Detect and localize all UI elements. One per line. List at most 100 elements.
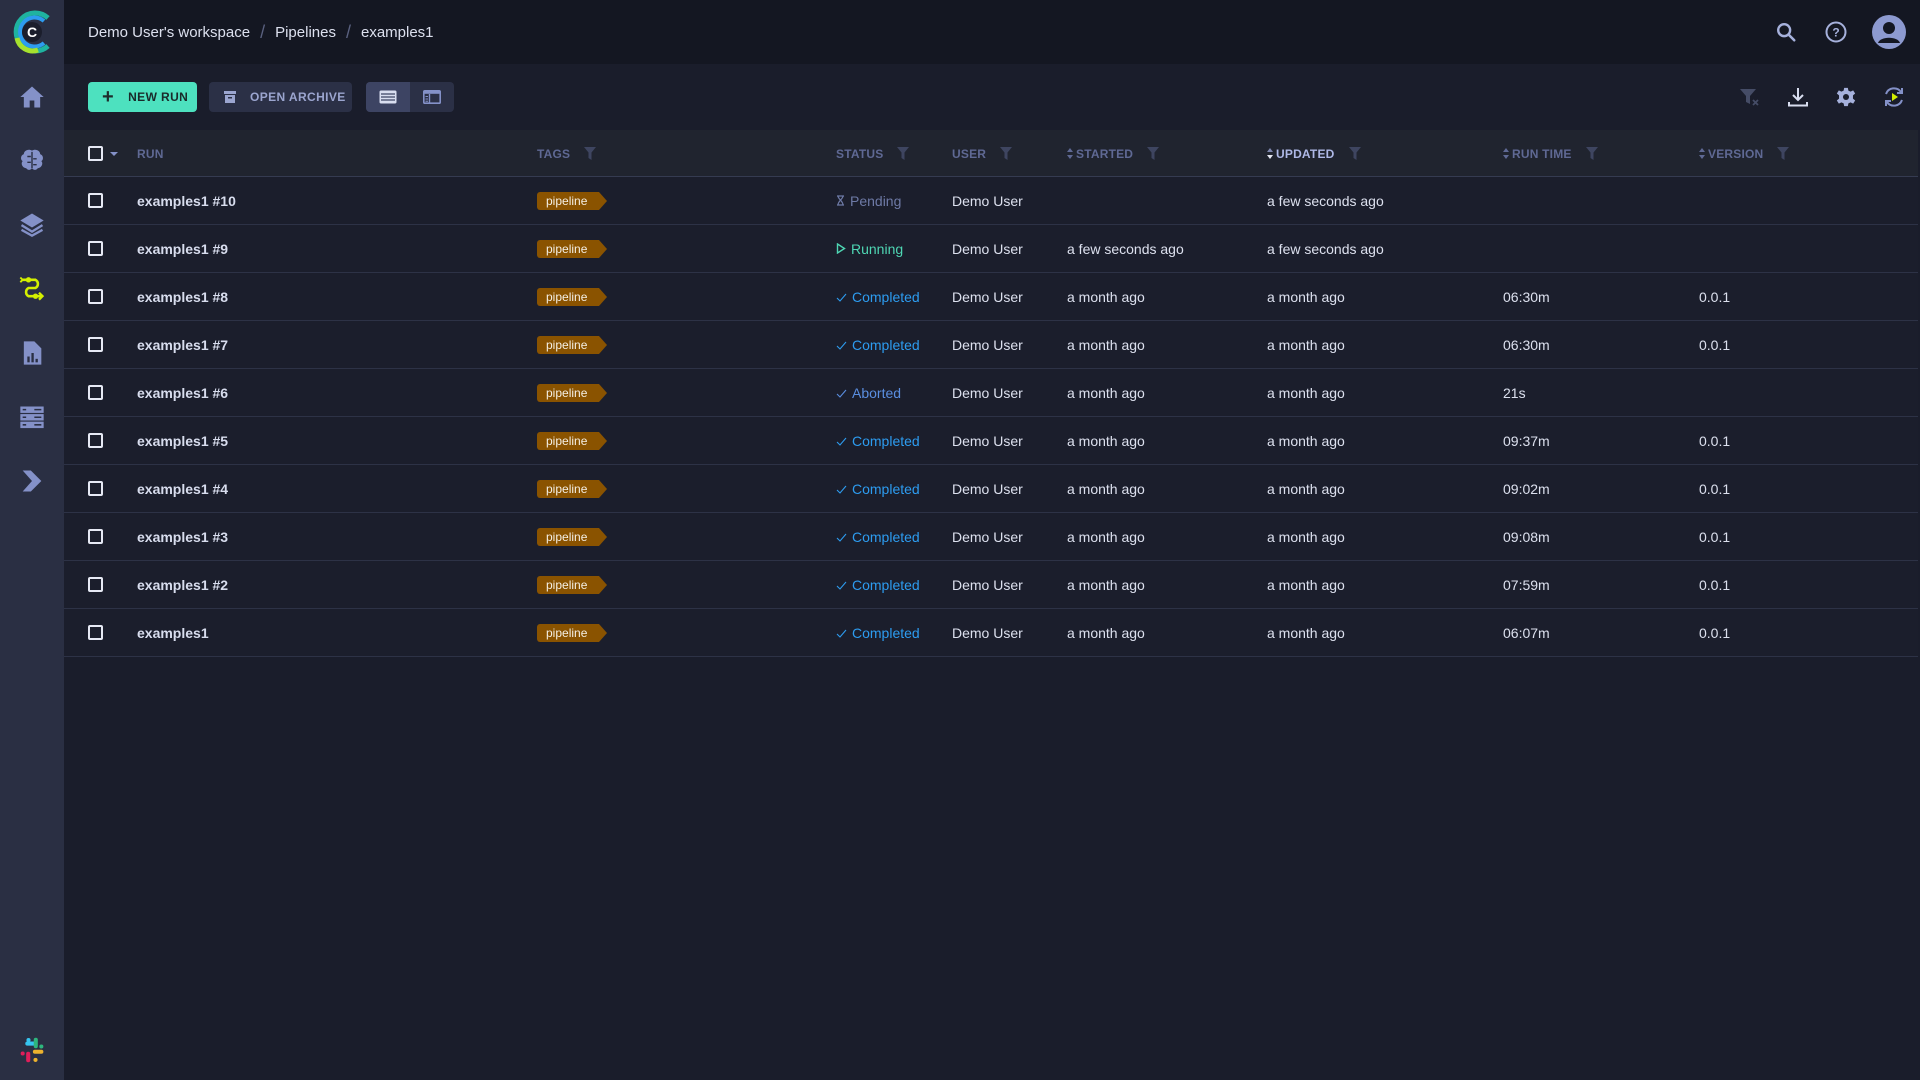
- run-name[interactable]: examples1 #4: [137, 465, 228, 512]
- column-header-tags[interactable]: TAGS: [537, 130, 597, 177]
- run-name[interactable]: examples1 #3: [137, 513, 228, 560]
- table-row[interactable]: examples1 #10 pipeline Pending Demo User…: [64, 177, 1918, 225]
- open-archive-button[interactable]: OPEN ARCHIVE: [209, 82, 352, 112]
- tag-badge[interactable]: pipeline: [537, 335, 608, 354]
- table-row[interactable]: examples1 #3 pipeline Completed Demo Use…: [64, 513, 1918, 561]
- column-header-user[interactable]: USER: [952, 130, 1013, 177]
- run-name[interactable]: examples1 #5: [137, 417, 228, 464]
- filter-icon[interactable]: [1000, 147, 1013, 160]
- run-name[interactable]: examples1: [137, 609, 209, 656]
- column-header-version[interactable]: VERSION: [1699, 130, 1790, 177]
- play-icon: [836, 241, 846, 257]
- table-row[interactable]: examples1 pipeline Completed Demo User a…: [64, 609, 1918, 657]
- sidebar-item-projects[interactable]: [0, 132, 64, 188]
- settings-button[interactable]: [1834, 85, 1858, 109]
- filter-icon[interactable]: [1585, 147, 1598, 160]
- sidebar-item-orchestration[interactable]: [0, 389, 64, 445]
- table-view-button[interactable]: [366, 82, 410, 112]
- tag-badge[interactable]: pipeline: [537, 191, 608, 210]
- status-label: Running: [851, 240, 904, 257]
- tag-badge[interactable]: pipeline: [537, 239, 608, 258]
- table-row[interactable]: examples1 #6 pipeline Aborted Demo User …: [64, 369, 1918, 417]
- logo-icon: C: [13, 10, 50, 54]
- download-button[interactable]: [1786, 85, 1810, 109]
- tag-badge[interactable]: pipeline: [537, 431, 608, 450]
- tag-badge[interactable]: pipeline: [537, 527, 608, 546]
- updated-cell: a month ago: [1267, 432, 1345, 449]
- column-header-run[interactable]: RUN: [137, 130, 164, 177]
- tags-cell: pipeline: [537, 417, 608, 464]
- tag-badge[interactable]: pipeline: [537, 479, 608, 498]
- run-name[interactable]: examples1 #8: [137, 273, 228, 320]
- runtime-cell: 07:59m: [1503, 576, 1550, 593]
- chevron-down-icon[interactable]: [108, 148, 120, 160]
- filter-icon[interactable]: [1777, 147, 1790, 160]
- details-view-button[interactable]: [410, 82, 454, 112]
- status-label: Completed: [852, 480, 920, 497]
- row-checkbox[interactable]: [88, 577, 103, 592]
- help-button[interactable]: ?: [1822, 18, 1850, 46]
- new-run-button[interactable]: + NEW RUN: [88, 82, 197, 112]
- row-checkbox[interactable]: [88, 481, 103, 496]
- view-mode-toggle: [366, 82, 454, 112]
- status-cell: Completed: [836, 321, 920, 368]
- column-header-updated[interactable]: UPDATED: [1267, 130, 1361, 177]
- tag-badge[interactable]: pipeline: [537, 383, 608, 402]
- row-checkbox[interactable]: [88, 241, 103, 256]
- row-checkbox[interactable]: [88, 289, 103, 304]
- table-row[interactable]: examples1 #4 pipeline Completed Demo Use…: [64, 465, 1918, 513]
- tag-badge[interactable]: pipeline: [537, 575, 608, 594]
- auto-refresh-button[interactable]: [1882, 85, 1906, 109]
- table-row[interactable]: examples1 #5 pipeline Completed Demo Use…: [64, 417, 1918, 465]
- slack-link[interactable]: [18, 1036, 46, 1064]
- row-checkbox[interactable]: [88, 433, 103, 448]
- sidebar-item-pipelines[interactable]: [0, 260, 64, 316]
- run-name[interactable]: examples1 #10: [137, 177, 236, 224]
- tag-badge[interactable]: pipeline: [537, 623, 608, 642]
- sidebar-item-reports[interactable]: [0, 325, 64, 381]
- search-button[interactable]: [1772, 18, 1800, 46]
- sidebar-item-deploy[interactable]: [0, 453, 64, 509]
- sidebar-item-datasets[interactable]: [0, 196, 64, 252]
- user-cell: Demo User: [952, 288, 1023, 305]
- check-icon: [836, 577, 847, 593]
- table-row[interactable]: examples1 #7 pipeline Completed Demo Use…: [64, 321, 1918, 369]
- filter-icon[interactable]: [1147, 147, 1160, 160]
- column-header-started[interactable]: STARTED: [1067, 130, 1160, 177]
- tag-badge[interactable]: pipeline: [537, 287, 608, 306]
- select-all-checkbox[interactable]: [88, 146, 103, 161]
- row-checkbox[interactable]: [88, 625, 103, 640]
- top-header: Demo User's workspace / Pipelines / exam…: [64, 0, 1920, 64]
- updated-cell: a few seconds ago: [1267, 240, 1384, 257]
- row-checkbox[interactable]: [88, 385, 103, 400]
- filter-icon[interactable]: [897, 147, 910, 160]
- breadcrumb-current[interactable]: examples1: [361, 24, 434, 41]
- clear-filters-button[interactable]: [1738, 85, 1762, 109]
- table-row[interactable]: examples1 #8 pipeline Completed Demo Use…: [64, 273, 1918, 321]
- breadcrumb-pipelines[interactable]: Pipelines: [275, 24, 336, 41]
- column-header-runtime[interactable]: RUN TIME: [1503, 130, 1598, 177]
- app-logo[interactable]: C: [8, 8, 56, 56]
- row-checkbox[interactable]: [88, 529, 103, 544]
- status-label: Aborted: [852, 384, 902, 401]
- column-header-status[interactable]: STATUS: [836, 130, 910, 177]
- status-cell: Completed: [836, 513, 920, 560]
- row-checkbox[interactable]: [88, 193, 103, 208]
- table-row[interactable]: examples1 #2 pipeline Completed Demo Use…: [64, 561, 1918, 609]
- select-all-control: [88, 130, 120, 177]
- tags-cell: pipeline: [537, 561, 608, 608]
- runtime-cell: 06:07m: [1503, 624, 1550, 641]
- row-checkbox[interactable]: [88, 337, 103, 352]
- run-name[interactable]: examples1 #7: [137, 321, 228, 368]
- table-row[interactable]: examples1 #9 pipeline Running Demo User …: [64, 225, 1918, 273]
- breadcrumb-separator: /: [260, 21, 266, 42]
- run-name[interactable]: examples1 #6: [137, 369, 228, 416]
- check-icon: [836, 289, 847, 305]
- breadcrumb-workspace[interactable]: Demo User's workspace: [88, 24, 250, 41]
- sidebar-item-home[interactable]: [0, 69, 64, 125]
- filter-icon[interactable]: [584, 147, 597, 160]
- filter-icon[interactable]: [1348, 147, 1361, 160]
- run-name[interactable]: examples1 #2: [137, 561, 228, 608]
- user-avatar[interactable]: [1872, 15, 1906, 49]
- run-name[interactable]: examples1 #9: [137, 225, 228, 272]
